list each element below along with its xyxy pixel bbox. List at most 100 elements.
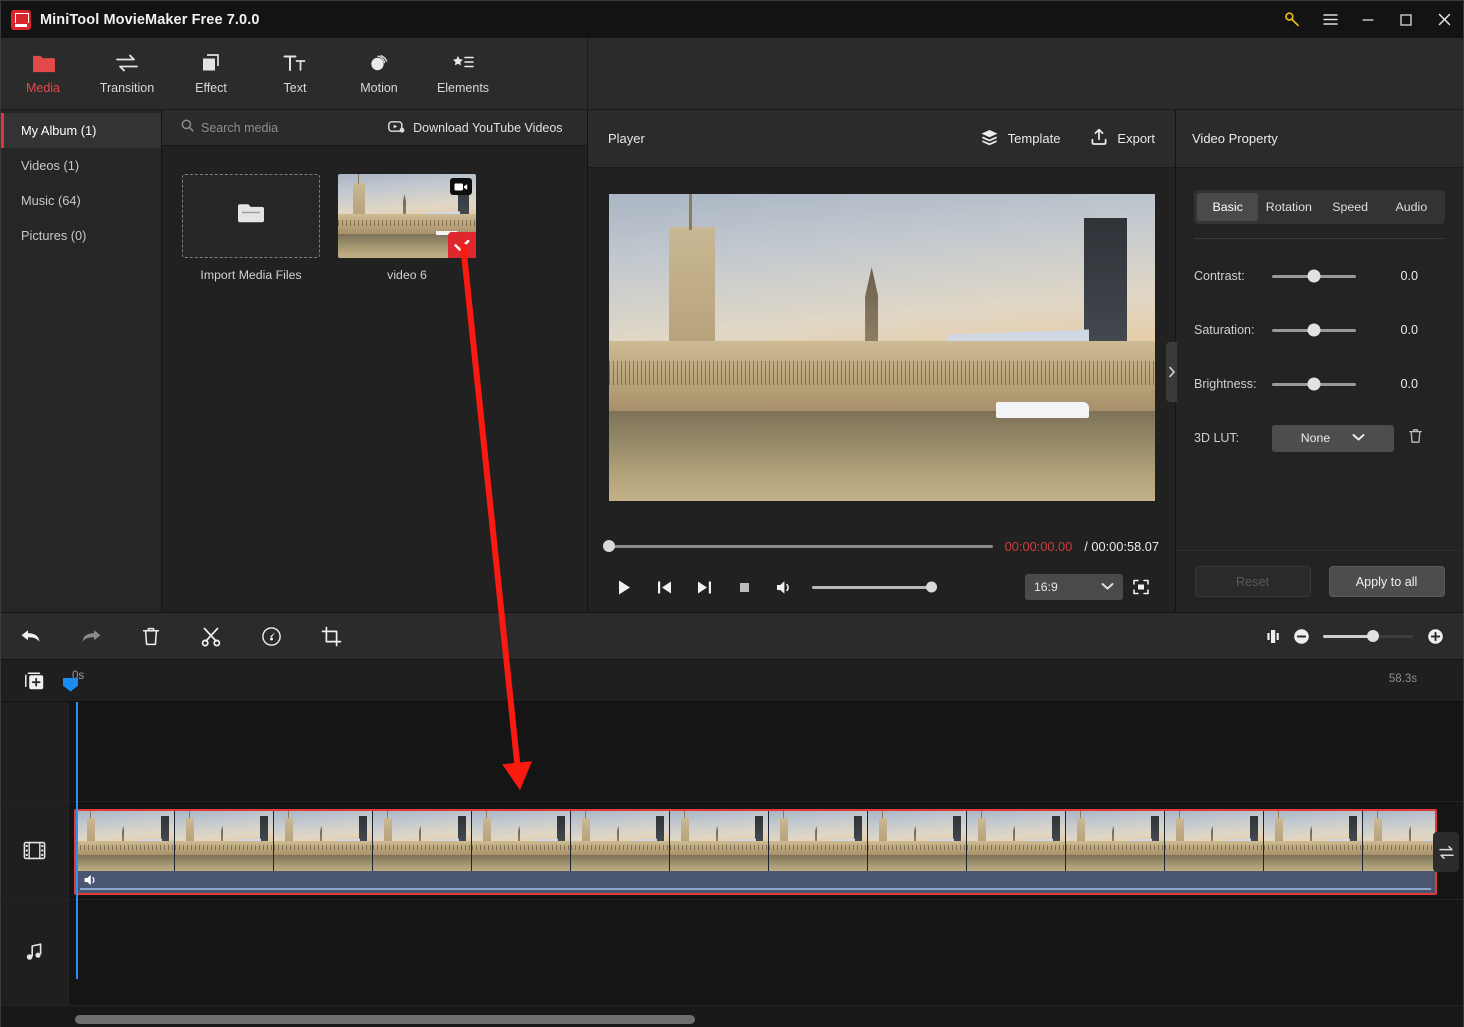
- menu-icon[interactable]: [1311, 1, 1349, 38]
- track-body-overlay[interactable]: [69, 702, 1463, 801]
- seek-slider[interactable]: [603, 540, 993, 552]
- timeline-track-video[interactable]: [1, 802, 1463, 900]
- contrast-row: Contrast: 0.0: [1194, 249, 1445, 303]
- nav-label-text: Text: [283, 81, 307, 95]
- import-media-dropzone[interactable]: [182, 174, 320, 258]
- timeline-toolbar: [1, 612, 1463, 660]
- stop-button[interactable]: [724, 570, 764, 604]
- chevron-right-icon[interactable]: [1166, 342, 1177, 402]
- split-button[interactable]: [181, 612, 241, 660]
- music-note-icon: [1, 900, 69, 1005]
- timeline-zoom-slider[interactable]: [1323, 630, 1413, 642]
- brightness-handle[interactable]: [1307, 377, 1321, 391]
- volume-button[interactable]: [764, 570, 804, 604]
- zoom-out-icon[interactable]: [1287, 622, 1315, 650]
- tab-audio[interactable]: Audio: [1381, 193, 1442, 221]
- close-icon[interactable]: [1425, 1, 1463, 38]
- saturation-slider[interactable]: [1272, 323, 1356, 337]
- undo-button[interactable]: [1, 612, 61, 660]
- app-window: MiniTool MovieMaker Free 7.0.0 Media Tra…: [0, 0, 1464, 1027]
- timeline-end-label: 58.3s: [1388, 672, 1417, 685]
- previous-frame-button[interactable]: [644, 570, 684, 604]
- contrast-slider[interactable]: [1272, 269, 1356, 283]
- sidebar-label-my-album: My Album (1): [21, 123, 97, 138]
- lut-label: 3D LUT:: [1194, 431, 1240, 445]
- nav-tab-transition[interactable]: Transition: [85, 38, 169, 110]
- seek-handle[interactable]: [603, 540, 615, 552]
- nav-tab-media[interactable]: Media: [1, 38, 85, 110]
- next-frame-button[interactable]: [684, 570, 724, 604]
- clip-mute-speaker-icon[interactable]: [83, 873, 99, 892]
- nav-tab-effect[interactable]: Effect: [169, 38, 253, 110]
- search-input[interactable]: Search media: [181, 119, 278, 137]
- lut-delete-trash-icon[interactable]: [1408, 428, 1423, 449]
- timeline-zoom-handle[interactable]: [1367, 630, 1380, 642]
- nav-label-motion: Motion: [360, 81, 398, 95]
- tab-speed[interactable]: Speed: [1320, 193, 1381, 221]
- timeline-scale[interactable]: 0s 58.3s: [63, 660, 1463, 702]
- nav-tab-text[interactable]: Text: [253, 38, 337, 110]
- properties-header: Video Property: [1176, 110, 1463, 168]
- nav-label-elements: Elements: [436, 81, 490, 95]
- play-button[interactable]: [604, 570, 644, 604]
- speed-button[interactable]: [241, 612, 301, 660]
- volume-slider[interactable]: [812, 581, 937, 593]
- swap-arrows-icon[interactable]: [1433, 832, 1459, 872]
- fullscreen-button[interactable]: [1123, 572, 1159, 602]
- media-selected-check-icon[interactable]: [448, 232, 476, 258]
- video-camera-icon: [450, 178, 472, 195]
- timeline-horizontal-scrollbar[interactable]: [75, 1015, 695, 1024]
- film-strip-icon: [1, 802, 69, 899]
- timeline-clip-video6[interactable]: [74, 809, 1437, 895]
- apply-to-all-button[interactable]: Apply to all: [1328, 566, 1445, 597]
- timeline-track-overlay[interactable]: [1, 702, 1463, 802]
- saturation-handle[interactable]: [1307, 323, 1321, 337]
- video-preview[interactable]: [608, 193, 1155, 501]
- tab-rotation[interactable]: Rotation: [1258, 193, 1319, 221]
- template-button[interactable]: Template: [980, 129, 1061, 149]
- window-controls: [1273, 1, 1463, 38]
- add-media-track-icon[interactable]: [1, 670, 69, 692]
- tab-basic[interactable]: Basic: [1197, 193, 1259, 221]
- fit-timeline-icon[interactable]: [1259, 622, 1287, 650]
- minimize-icon[interactable]: [1349, 1, 1387, 38]
- lut-select[interactable]: None: [1272, 424, 1394, 452]
- sidebar-item-my-album[interactable]: My Album (1): [1, 113, 161, 148]
- brightness-slider[interactable]: [1272, 377, 1356, 391]
- export-button[interactable]: Export: [1090, 128, 1155, 149]
- timeline-track-music[interactable]: [1, 900, 1463, 1006]
- delete-button[interactable]: [121, 612, 181, 660]
- zoom-in-icon[interactable]: [1421, 622, 1449, 650]
- sidebar-item-pictures[interactable]: Pictures (0): [1, 218, 161, 253]
- import-media-cell[interactable]: Import Media Files: [182, 174, 320, 282]
- contrast-handle[interactable]: [1307, 269, 1321, 283]
- main-content-row: My Album (1) Videos (1) Music (64) Pictu…: [1, 110, 1463, 612]
- reset-button[interactable]: Reset: [1194, 566, 1311, 597]
- clip-audio-strip[interactable]: [76, 871, 1435, 893]
- sidebar-label-videos: Videos (1): [21, 158, 80, 173]
- library-main: Search media Download YouTube Videos Imp…: [162, 110, 587, 612]
- media-item-video6[interactable]: video 6: [338, 174, 476, 282]
- property-tabs: Basic Rotation Speed Audio: [1194, 190, 1445, 224]
- template-label: Template: [1007, 131, 1061, 146]
- nav-label-transition: Transition: [99, 81, 155, 95]
- crop-button[interactable]: [301, 612, 361, 660]
- timeline-tracks: [1, 702, 1463, 1006]
- aspect-ratio-select[interactable]: 16:9: [1025, 574, 1123, 600]
- key-icon[interactable]: [1273, 1, 1311, 38]
- volume-handle[interactable]: [926, 581, 937, 593]
- maximize-icon[interactable]: [1387, 1, 1425, 38]
- sidebar-item-videos[interactable]: Videos (1): [1, 148, 161, 183]
- folder-icon: [32, 52, 55, 74]
- redo-button[interactable]: [61, 612, 121, 660]
- nav-label-effect: Effect: [195, 81, 227, 95]
- track-body-video[interactable]: [69, 802, 1463, 899]
- nav-tab-elements[interactable]: Elements: [421, 38, 505, 110]
- sidebar-item-music[interactable]: Music (64): [1, 183, 161, 218]
- track-body-music[interactable]: [69, 900, 1463, 1005]
- media-thumbnail[interactable]: [338, 174, 476, 258]
- nav-tab-motion[interactable]: Motion: [337, 38, 421, 110]
- download-youtube-label: Download YouTube Videos: [413, 120, 563, 135]
- download-youtube-button[interactable]: Download YouTube Videos: [388, 120, 563, 136]
- search-placeholder: Search media: [201, 120, 279, 135]
